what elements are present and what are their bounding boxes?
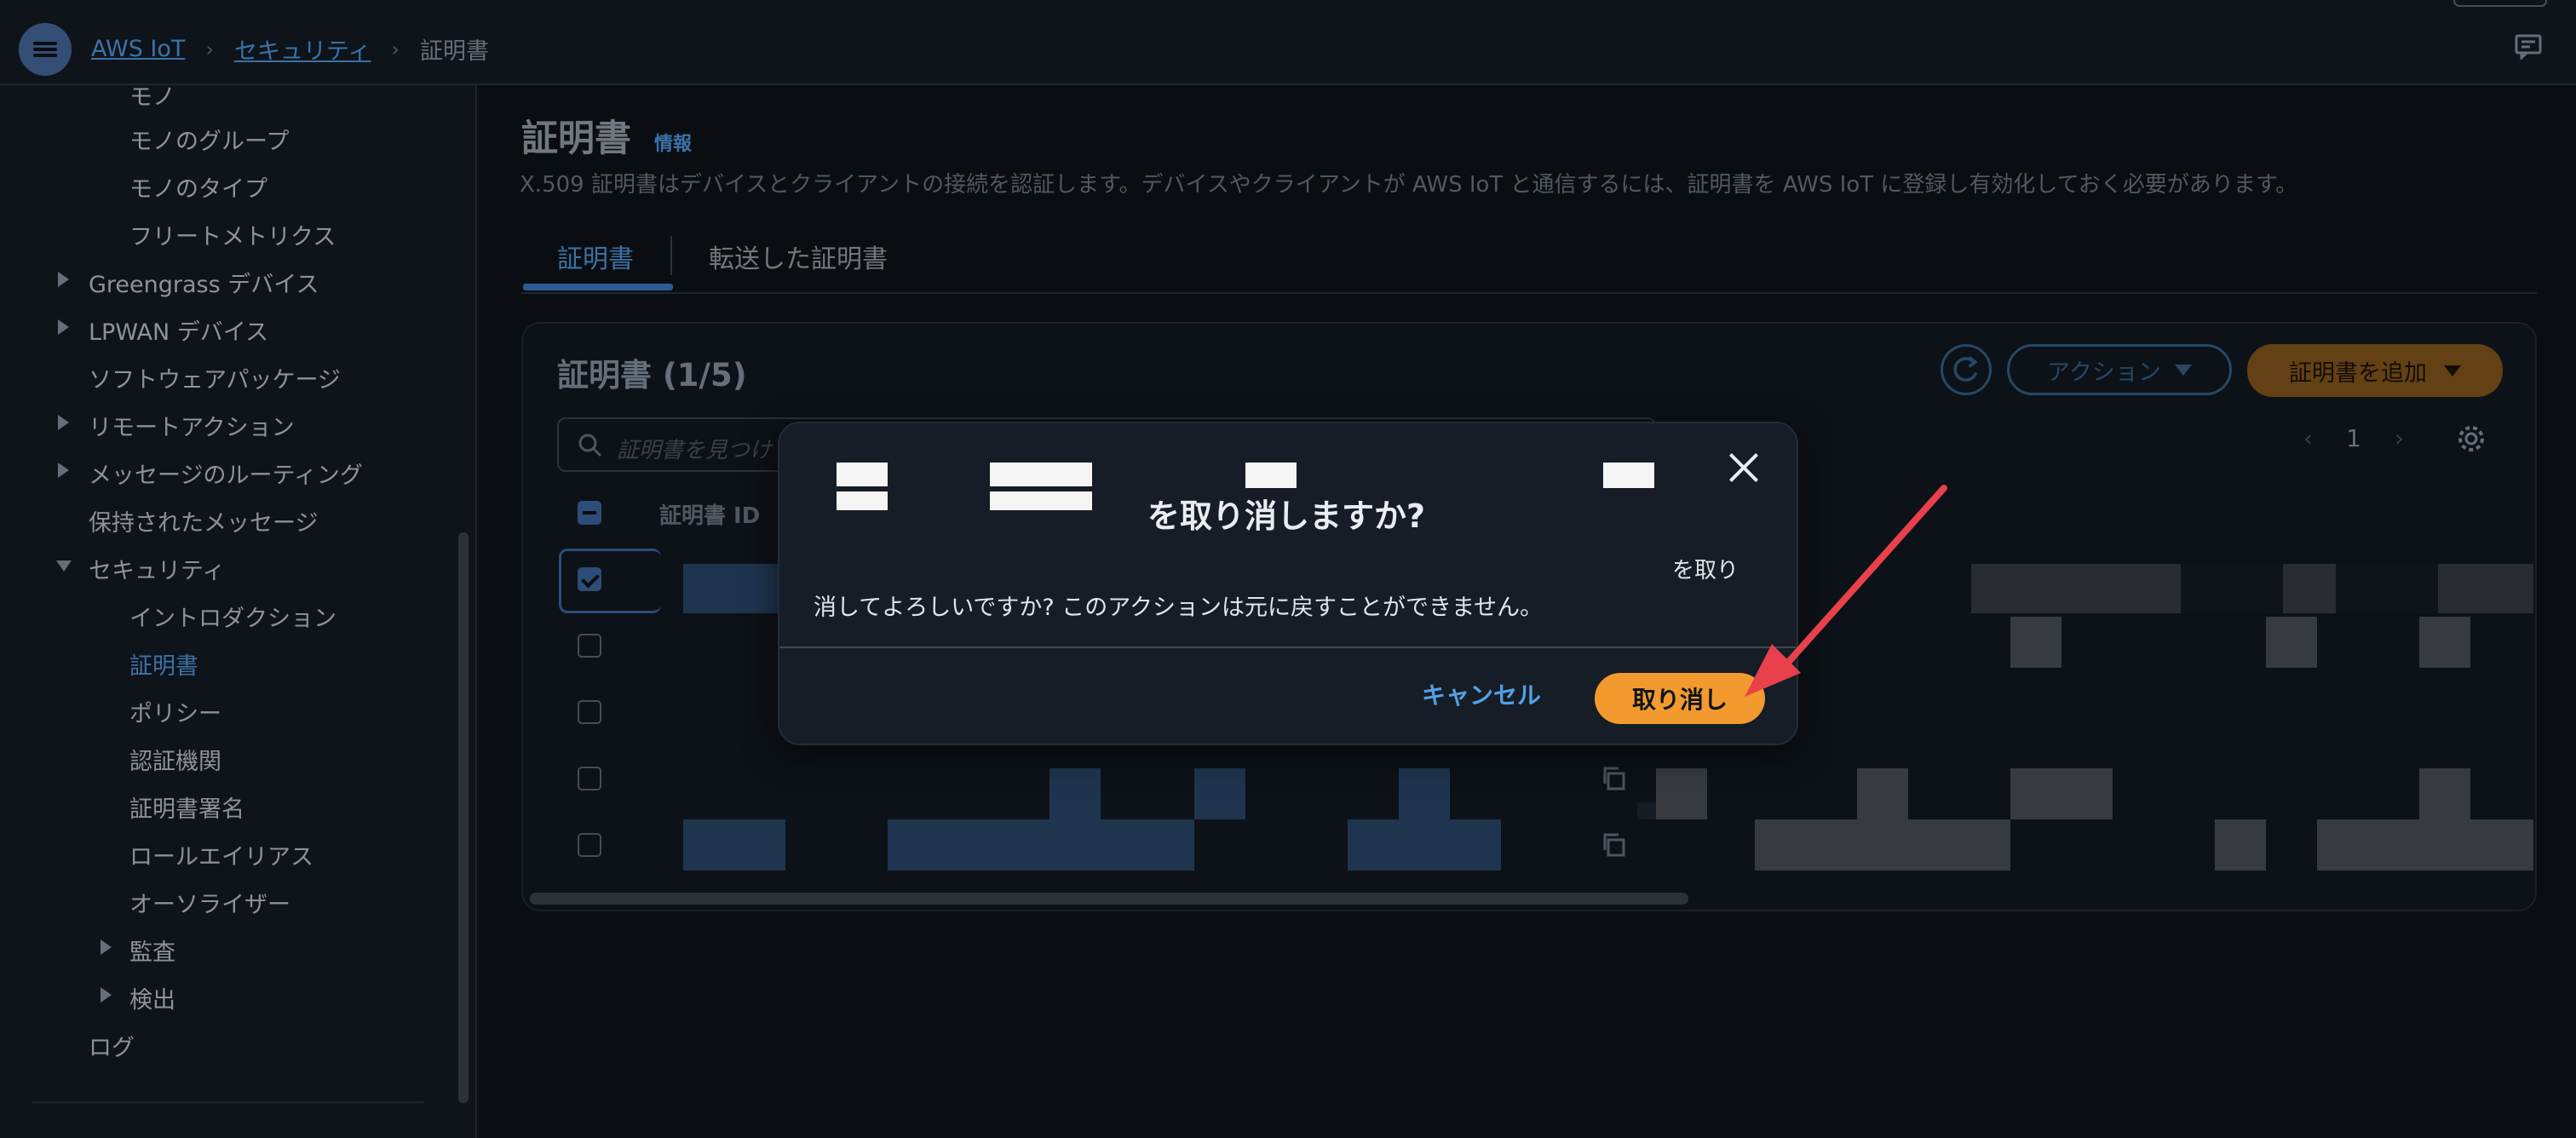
redacted-text	[1603, 463, 1654, 488]
divider	[779, 647, 1797, 648]
redacted-text	[990, 491, 1092, 510]
dialog-title-tail: を取り	[1672, 558, 1739, 583]
close-icon[interactable]	[1727, 451, 1761, 485]
redacted-text	[990, 463, 1092, 486]
redacted-text	[837, 463, 888, 486]
revoke-button[interactable]: 取り消し	[1595, 673, 1765, 724]
dialog-title: を取り消しますか?	[1147, 497, 1426, 535]
revoke-dialog: を取り消しますか? を取り 消してよろしいですか? このアクションは元に戻すこと…	[778, 422, 1798, 745]
dialog-message: 消してよろしいですか? このアクションは元に戻すことができません。	[814, 595, 1544, 621]
redacted-text	[837, 491, 888, 510]
cancel-button[interactable]: キャンセル	[1422, 677, 1541, 711]
redacted-text	[1245, 463, 1297, 488]
